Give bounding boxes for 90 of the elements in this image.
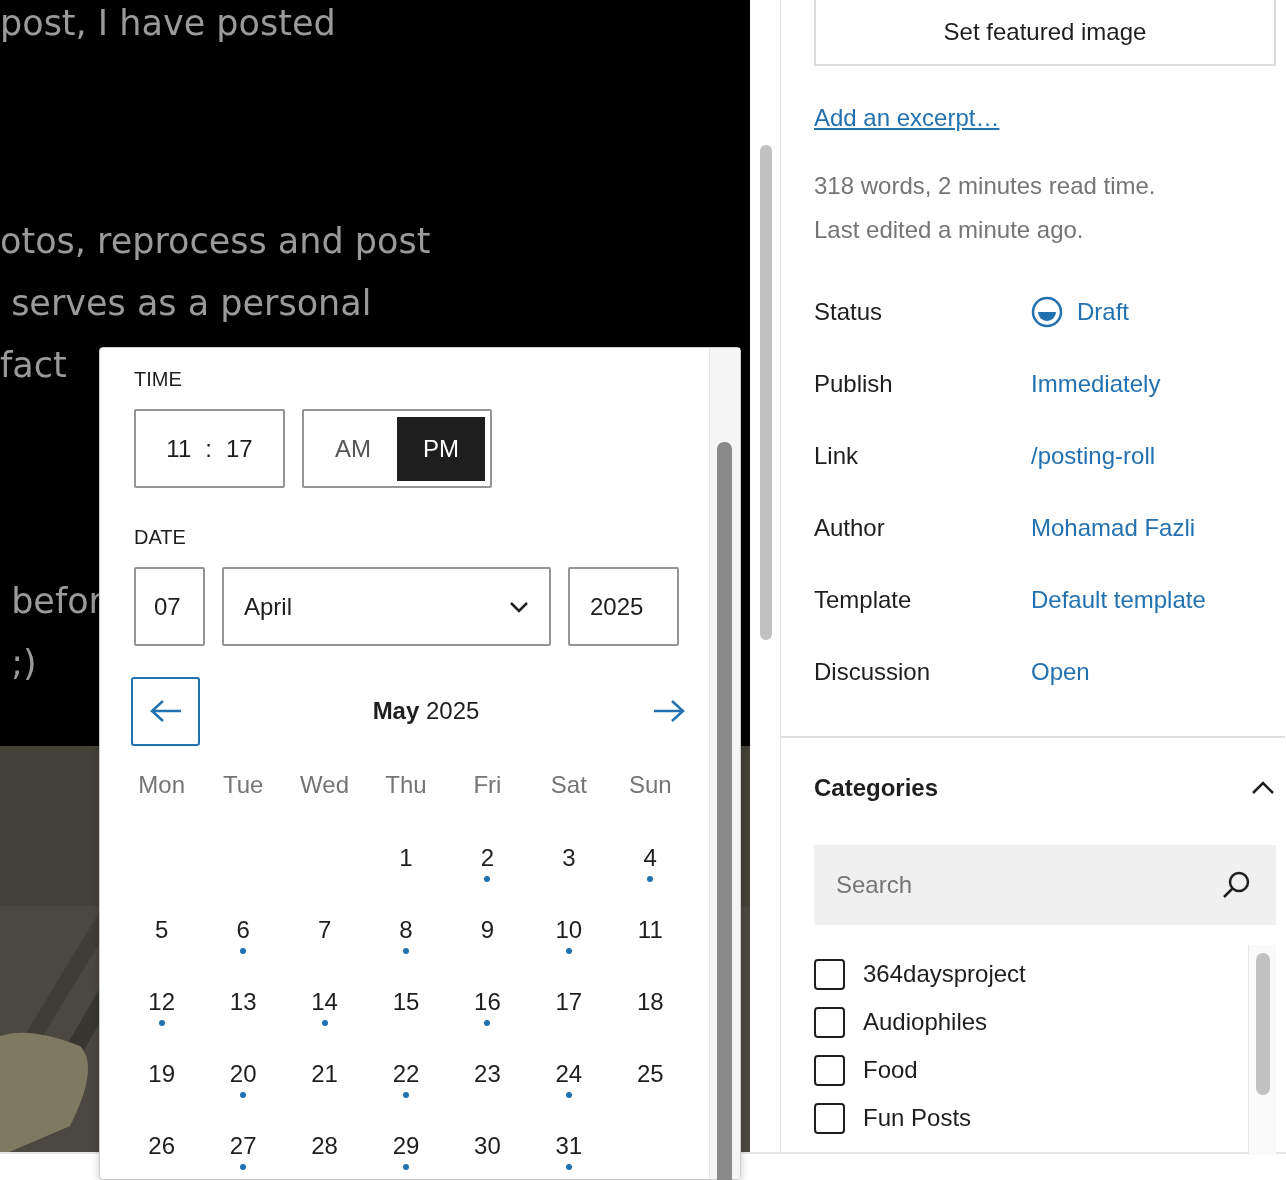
body-text: post, I have posted: [0, 2, 336, 45]
calendar-day[interactable]: 17: [551, 987, 587, 1017]
checkbox-label: Food: [863, 1055, 918, 1085]
field-label: Publish: [814, 369, 894, 399]
calendar-day[interactable]: 9: [476, 915, 499, 945]
calendar-day[interactable]: 16: [470, 987, 505, 1017]
calendar-day[interactable]: 5: [151, 915, 173, 945]
calendar-day[interactable]: 29: [388, 1131, 424, 1161]
set-featured-image-button[interactable]: Set featured image: [814, 0, 1276, 66]
calendar-day[interactable]: 26: [144, 1131, 180, 1161]
calendar-day[interactable]: 1: [395, 843, 417, 873]
weekday-label: Sat: [550, 771, 587, 798]
body-text: otos, reprocess and post: [0, 220, 431, 263]
period-toggle-option[interactable]: PM: [397, 416, 485, 481]
scrollbar-thumb[interactable]: [717, 442, 732, 1180]
calendar-day[interactable]: 12: [144, 987, 180, 1017]
calendar-day[interactable]: 23: [470, 1059, 505, 1089]
field-value-link[interactable]: Immediately: [1031, 366, 1161, 402]
month-select[interactable]: April: [222, 567, 551, 646]
field-value-link[interactable]: Mohamad Fazli: [1031, 510, 1196, 546]
field-label: Author: [814, 513, 886, 543]
calendar-day[interactable]: 7: [313, 915, 336, 945]
weekday-label: Sun: [628, 771, 672, 798]
calendar-day[interactable]: 10: [551, 915, 587, 945]
checkbox-label: 364daysproject: [863, 959, 1026, 989]
calendar-day[interactable]: 6: [232, 915, 254, 945]
field-value-link[interactable]: Draft: [1031, 294, 1129, 330]
calendar-day[interactable]: 14: [307, 987, 342, 1017]
month-title: May 2025: [372, 696, 480, 726]
calendar-day[interactable]: 22: [388, 1059, 424, 1089]
body-text: serves as a personal: [10, 282, 372, 325]
scrollbar-thumb[interactable]: [1256, 953, 1270, 1095]
calendar-day[interactable]: 18: [632, 987, 668, 1017]
calendar-day[interactable]: 19: [144, 1059, 180, 1089]
field-label: Template: [814, 585, 913, 615]
field-value-link[interactable]: /posting-roll: [1031, 438, 1156, 474]
body-text: ;): [10, 642, 37, 685]
field-label: Status: [814, 297, 884, 327]
panel-title: Categories: [814, 773, 939, 803]
calendar-day[interactable]: 20: [225, 1059, 261, 1089]
calendar-day[interactable]: 15: [388, 987, 424, 1017]
calendar-day[interactable]: 2: [476, 843, 499, 873]
calendar-day[interactable]: 31: [551, 1131, 587, 1161]
minutes-value: 17: [225, 433, 253, 464]
calendar-day[interactable]: 3: [558, 843, 580, 873]
calendar-day[interactable]: 27: [225, 1131, 261, 1161]
time-field[interactable]: 11 : 17: [134, 409, 285, 488]
field-value-link[interactable]: Open: [1031, 654, 1090, 690]
weekday-label: Mon: [138, 771, 186, 798]
field-value-link[interactable]: Default template: [1031, 582, 1206, 618]
weekday-label: Wed: [300, 771, 349, 798]
search-field[interactable]: Search: [814, 845, 1276, 925]
checkbox[interactable]: [814, 958, 845, 990]
checkbox-label: Fun Posts: [863, 1103, 972, 1133]
calendar-day[interactable]: 21: [307, 1059, 342, 1089]
calendar-day[interactable]: 25: [632, 1059, 668, 1089]
field-label: Link: [814, 441, 860, 471]
weekday-label: Fri: [473, 771, 502, 798]
section-label: TIME: [134, 367, 182, 392]
calendar-day[interactable]: 13: [225, 987, 261, 1017]
previous-month-button[interactable]: [131, 676, 200, 746]
checkbox-label: Audiophiles: [863, 1007, 988, 1037]
calendar-day[interactable]: 11: [633, 915, 667, 945]
weekday-label: Tue: [222, 771, 264, 798]
calendar-day[interactable]: 8: [395, 915, 417, 945]
year-field[interactable]: 2025: [568, 567, 679, 646]
checkbox[interactable]: [814, 1006, 845, 1038]
body-text: fact: [0, 344, 67, 387]
weekday-label: Thu: [385, 771, 427, 798]
chevron-down-icon: [509, 600, 529, 613]
time-separator: :: [205, 433, 212, 464]
arrow-left-icon: [148, 699, 183, 723]
body-text: befor: [10, 580, 103, 623]
calendar-day[interactable]: 28: [307, 1131, 342, 1161]
add-excerpt-link[interactable]: Add an excerpt…: [814, 100, 1000, 136]
post-stats-text: Last edited a minute ago.: [814, 215, 1084, 245]
checkbox[interactable]: [814, 1054, 845, 1086]
checkbox[interactable]: [814, 1102, 845, 1134]
post-stats-text: 318 words, 2 minutes read time.: [814, 171, 1156, 201]
next-month-arrow-icon[interactable]: [652, 699, 686, 723]
chevron-up-icon[interactable]: [1250, 780, 1276, 796]
half-circle-icon: [1031, 296, 1063, 328]
day-field[interactable]: 07: [134, 567, 205, 646]
hours-value: 11: [166, 433, 192, 464]
calendar-day[interactable]: 4: [639, 843, 661, 873]
field-label: Discussion: [814, 657, 932, 687]
scrollbar-thumb[interactable]: [760, 145, 772, 640]
section-label: DATE: [134, 525, 186, 550]
calendar-day[interactable]: 24: [551, 1059, 587, 1089]
calendar-day[interactable]: 30: [470, 1131, 505, 1161]
